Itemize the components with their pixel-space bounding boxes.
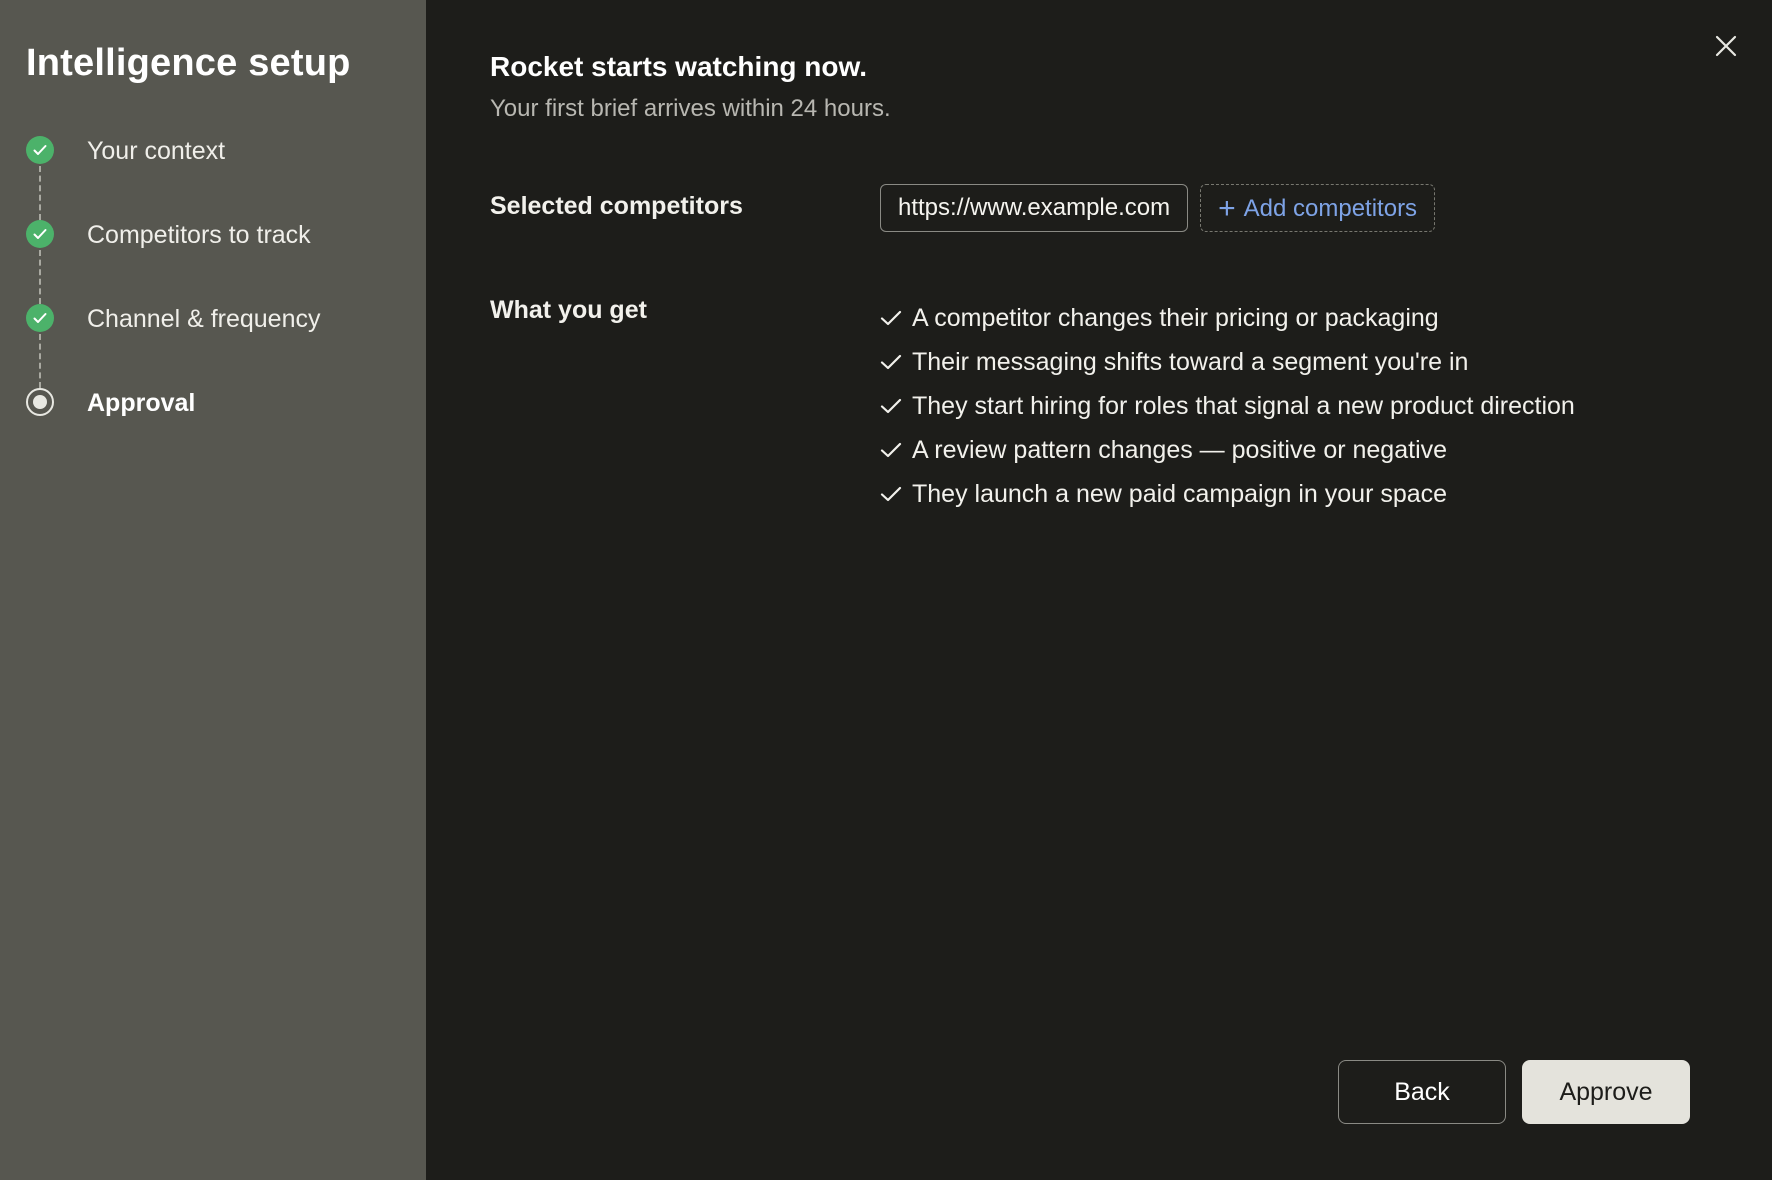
step-channel-frequency[interactable]: Channel & frequency — [26, 304, 426, 388]
benefit-text: Their messaging shifts toward a segment … — [912, 347, 1469, 376]
step-list: Your context Competitors to track Channe… — [26, 136, 426, 472]
benefit-text: They launch a new paid campaign in your … — [912, 479, 1448, 508]
benefit-item: A competitor changes their pricing or pa… — [880, 296, 1575, 340]
modal-footer: Back Approve — [1338, 1060, 1690, 1124]
competitors-label: Selected competitors — [490, 192, 743, 220]
sidebar-title: Intelligence setup — [26, 42, 351, 84]
step-competitors-to-track[interactable]: Competitors to track — [26, 220, 426, 304]
main-panel: Rocket starts watching now. Your first b… — [426, 0, 1772, 1180]
step-label: Channel & frequency — [87, 305, 321, 333]
plus-icon: + — [1218, 191, 1236, 225]
check-icon — [880, 398, 902, 414]
step-connector — [39, 166, 41, 220]
benefit-item: A review pattern changes — positive or n… — [880, 428, 1575, 472]
step-connector — [39, 334, 41, 388]
benefit-list: A competitor changes their pricing or pa… — [880, 296, 1575, 516]
benefits-label: What you get — [490, 296, 647, 324]
benefit-item: They launch a new paid campaign in your … — [880, 472, 1575, 516]
setup-modal: Intelligence setup Your context Competit… — [0, 0, 1772, 1180]
sidebar: Intelligence setup Your context Competit… — [0, 0, 426, 1180]
step-label: Your context — [87, 137, 226, 165]
page-title: Rocket starts watching now. — [490, 51, 868, 82]
competitor-chip[interactable]: https://www.example.com — [880, 184, 1189, 232]
benefit-text: A competitor changes their pricing or pa… — [912, 303, 1439, 332]
back-button[interactable]: Back — [1338, 1060, 1506, 1124]
check-icon — [880, 310, 902, 326]
page-subtitle: Your first brief arrives within 24 hours… — [490, 95, 891, 122]
step-label: Competitors to track — [87, 221, 311, 249]
benefit-item: Their messaging shifts toward a segment … — [880, 340, 1575, 384]
competitors-section: Selected competitors https://www.example… — [490, 184, 1772, 232]
close-icon[interactable] — [1710, 30, 1742, 62]
benefits-section: What you get A competitor changes their … — [490, 296, 1772, 516]
step-your-context[interactable]: Your context — [26, 136, 426, 220]
benefit-text: They start hiring for roles that signal … — [912, 391, 1575, 420]
step-done-check-icon — [26, 304, 54, 332]
benefit-text: A review pattern changes — positive or n… — [912, 435, 1448, 464]
check-icon — [880, 442, 902, 458]
step-label: Approval — [87, 389, 196, 417]
check-icon — [880, 354, 902, 370]
step-current-radio-icon — [26, 388, 54, 416]
step-approval[interactable]: Approval — [26, 388, 426, 472]
benefit-item: They start hiring for roles that signal … — [880, 384, 1575, 428]
step-connector — [39, 250, 41, 304]
add-competitors-button[interactable]: + Add competitors — [1200, 184, 1436, 232]
step-done-check-icon — [26, 136, 54, 164]
step-done-check-icon — [26, 220, 54, 248]
add-competitors-label: Add competitors — [1243, 194, 1418, 222]
approve-button[interactable]: Approve — [1522, 1060, 1690, 1124]
check-icon — [880, 486, 902, 502]
